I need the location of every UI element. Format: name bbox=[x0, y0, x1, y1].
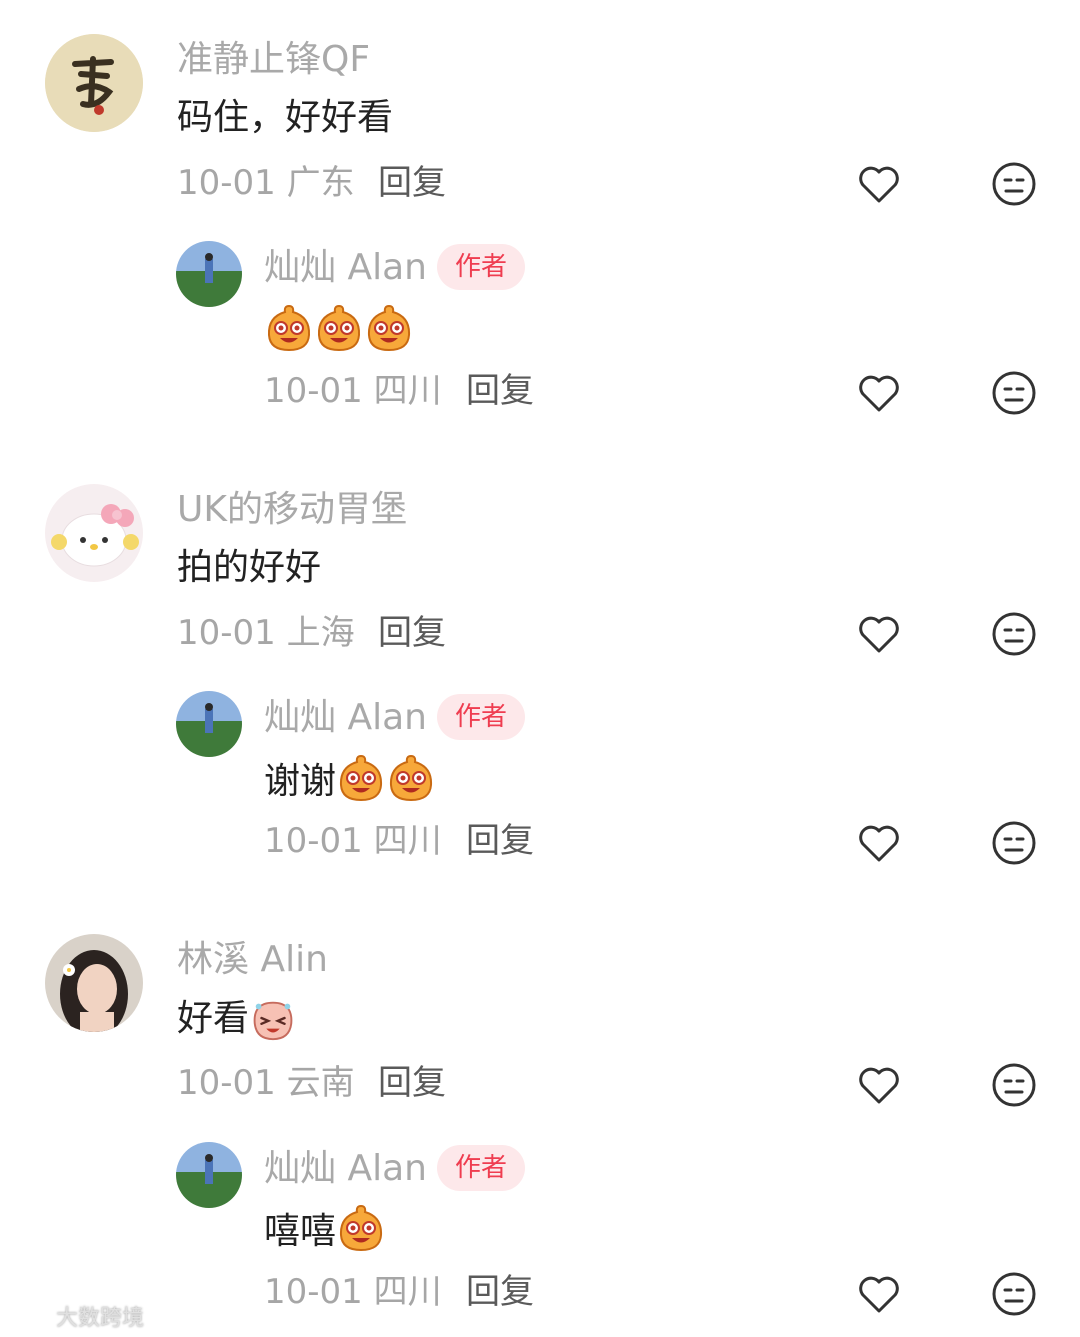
watermark-text: 大数跨境 bbox=[56, 1306, 145, 1331]
heart-icon[interactable] bbox=[855, 819, 903, 867]
reply-meta: 10-01 四川 bbox=[264, 1275, 442, 1309]
reply-text-content: 谢谢 bbox=[264, 760, 337, 802]
reply-date: 10-01 bbox=[264, 1272, 363, 1312]
comment-username[interactable]: UK的移动胃堡 bbox=[177, 492, 407, 528]
author-badge: 作者 bbox=[437, 694, 526, 740]
reply-username[interactable]: 灿灿 Alan bbox=[264, 1151, 427, 1187]
neutral-face-icon[interactable] bbox=[990, 610, 1038, 658]
avatar[interactable] bbox=[45, 484, 143, 582]
reply-text bbox=[264, 303, 414, 360]
comment-location: 上海 bbox=[286, 613, 355, 653]
comment-meta: 10-01 广东 bbox=[177, 166, 355, 200]
laughing-sticker-icon bbox=[253, 1001, 293, 1041]
comment-meta: 10-01 上海 bbox=[177, 616, 355, 650]
reply-username[interactable]: 灿灿 Alan bbox=[264, 700, 427, 736]
reply-button[interactable]: 回复 bbox=[466, 824, 534, 858]
avatar[interactable] bbox=[45, 34, 143, 132]
heart-icon[interactable] bbox=[855, 1270, 903, 1318]
comment-meta: 10-01 云南 bbox=[177, 1066, 355, 1100]
author-badge: 作者 bbox=[437, 1145, 526, 1191]
reply-meta: 10-01 四川 bbox=[264, 374, 442, 408]
comment-text: 码住，好好看 bbox=[177, 100, 393, 136]
watermark-logo-icon bbox=[10, 1304, 46, 1326]
reply-location: 四川 bbox=[373, 821, 442, 861]
comment-date: 10-01 bbox=[177, 1063, 276, 1103]
reply-date: 10-01 bbox=[264, 821, 363, 861]
comment-text-content: 码住，好好看 bbox=[177, 97, 394, 138]
neutral-face-icon[interactable] bbox=[990, 1061, 1038, 1109]
comment-location: 云南 bbox=[286, 1063, 355, 1103]
starry-eyes-sticker-icon bbox=[390, 754, 433, 802]
landscape-avatar-image bbox=[176, 1142, 242, 1208]
comment-username[interactable]: 林溪 Alin bbox=[177, 942, 328, 978]
comment-date: 10-01 bbox=[177, 613, 276, 653]
reply-text: 谢谢 bbox=[264, 753, 436, 810]
reply-button[interactable]: 回复 bbox=[378, 616, 446, 650]
avatar[interactable] bbox=[45, 934, 143, 1032]
reply-text-content: 嘻嘻 bbox=[264, 1210, 337, 1252]
neutral-face-icon[interactable] bbox=[990, 819, 1038, 867]
reply-meta: 10-01 四川 bbox=[264, 824, 442, 858]
starry-eyes-sticker-icon bbox=[340, 1204, 383, 1252]
reply-location: 四川 bbox=[373, 371, 442, 411]
hello-kitty-avatar-image bbox=[45, 484, 143, 582]
reply-location: 四川 bbox=[373, 1272, 442, 1312]
reply-avatar[interactable] bbox=[176, 241, 242, 307]
starry-eyes-sticker-icon bbox=[340, 754, 383, 802]
heart-icon[interactable] bbox=[855, 160, 903, 208]
heart-icon[interactable] bbox=[855, 1061, 903, 1109]
starry-eyes-sticker-icon bbox=[367, 304, 411, 352]
reply-text: 嘻嘻 bbox=[264, 1203, 386, 1260]
calligraphy-avatar-image bbox=[45, 34, 143, 132]
landscape-avatar-image bbox=[176, 691, 242, 757]
reply-button[interactable]: 回复 bbox=[378, 1066, 446, 1100]
reply-avatar[interactable] bbox=[176, 691, 242, 757]
heart-icon[interactable] bbox=[855, 610, 903, 658]
watermark: 大数跨境 bbox=[10, 1300, 144, 1332]
neutral-face-icon[interactable] bbox=[990, 1270, 1038, 1318]
starry-eyes-sticker-icon bbox=[317, 304, 361, 352]
comment-text-content: 好看 bbox=[177, 998, 250, 1039]
starry-eyes-sticker-icon bbox=[267, 304, 311, 352]
reply-username[interactable]: 灿灿 Alan bbox=[264, 250, 427, 286]
heart-icon[interactable] bbox=[855, 369, 903, 417]
reply-avatar[interactable] bbox=[176, 1142, 242, 1208]
comment-date: 10-01 bbox=[177, 163, 276, 203]
landscape-avatar-image bbox=[176, 241, 242, 307]
comment-text: 拍的好好 bbox=[177, 550, 321, 586]
comment-location: 广东 bbox=[286, 163, 355, 203]
comment-text: 好看 bbox=[177, 995, 297, 1043]
neutral-face-icon[interactable] bbox=[990, 369, 1038, 417]
author-badge: 作者 bbox=[437, 244, 526, 290]
neutral-face-icon[interactable] bbox=[990, 160, 1038, 208]
reply-button[interactable]: 回复 bbox=[466, 374, 534, 408]
comment-username[interactable]: 准静止锋QF bbox=[177, 42, 370, 78]
portrait-avatar-image bbox=[45, 934, 143, 1032]
reply-button[interactable]: 回复 bbox=[378, 166, 446, 200]
reply-date: 10-01 bbox=[264, 371, 363, 411]
comment-text-content: 拍的好好 bbox=[177, 547, 322, 588]
reply-button[interactable]: 回复 bbox=[466, 1275, 534, 1309]
